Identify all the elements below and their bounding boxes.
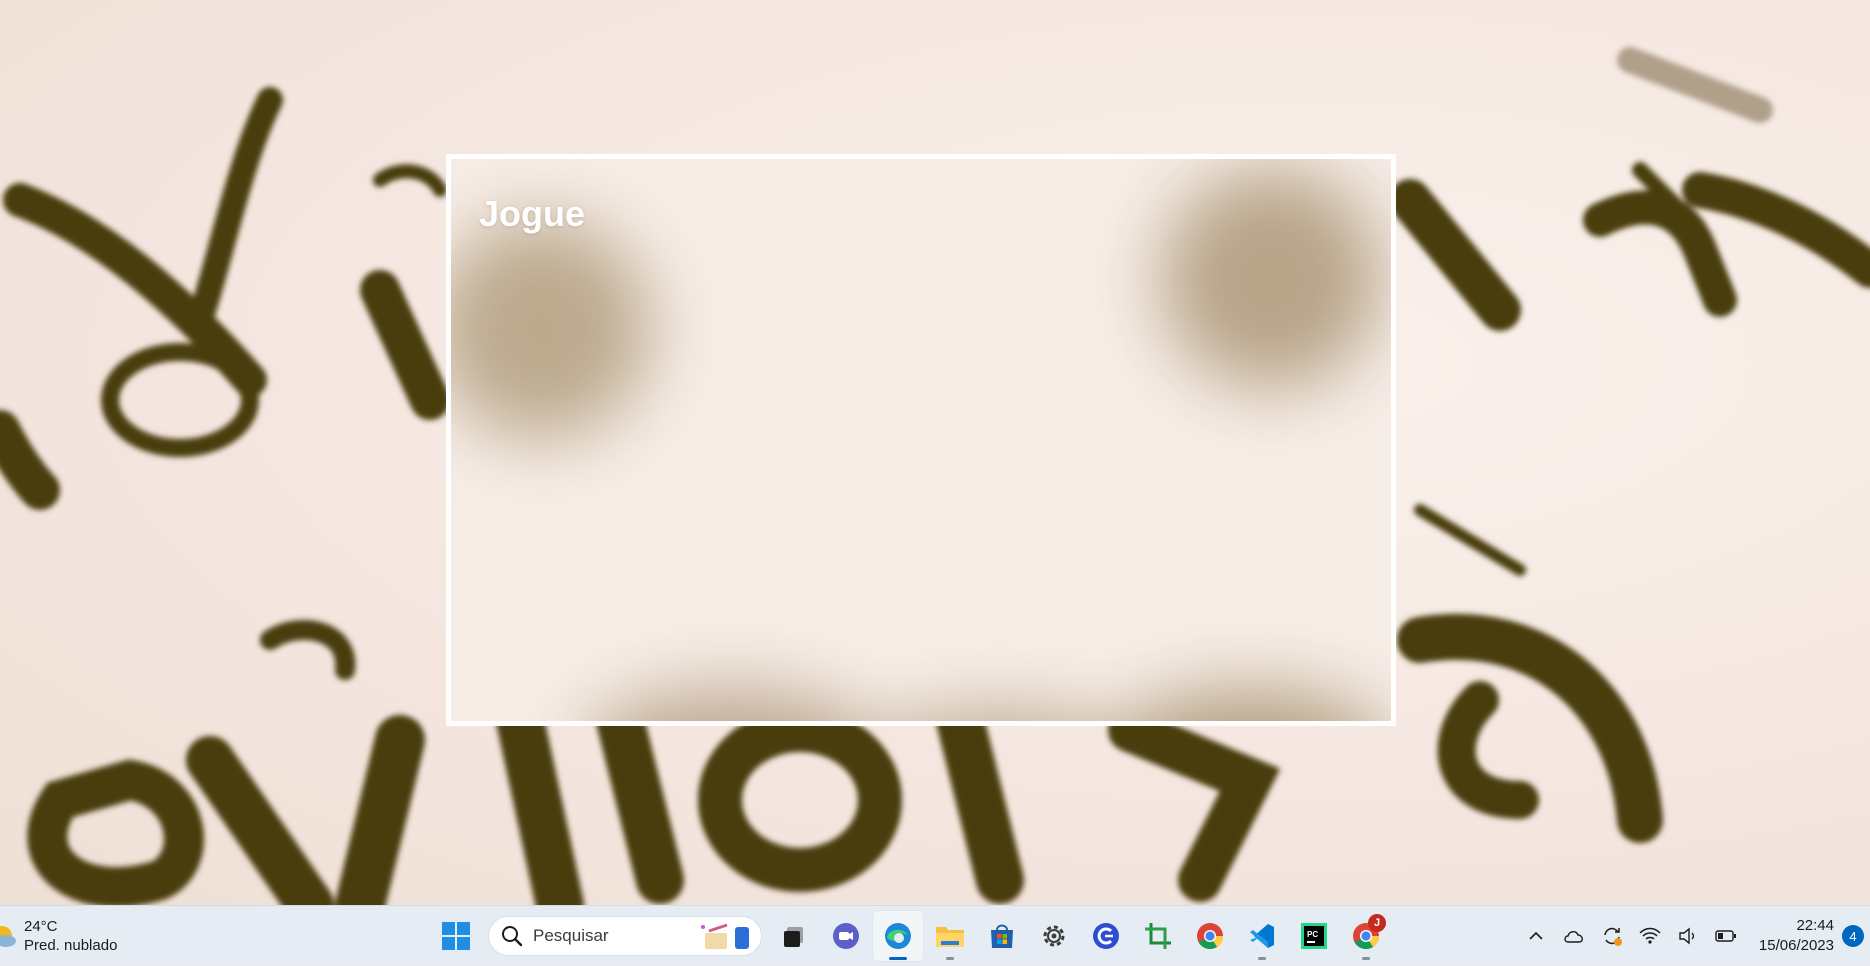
weather-widget[interactable]: 24°C Pred. nublado	[0, 916, 117, 956]
running-indicator	[1362, 957, 1370, 960]
onedrive-cloud-icon	[1564, 931, 1583, 943]
microsoft-store-button[interactable]	[976, 910, 1028, 962]
chevron-up-icon	[1529, 931, 1543, 940]
clock-time: 22:44	[1796, 917, 1834, 934]
taskbar-center: Pesquisar PC J	[430, 910, 1392, 962]
vscode-icon	[1250, 924, 1274, 948]
crop-icon	[1145, 923, 1171, 949]
chrome-icon	[1197, 923, 1224, 950]
weather-condition: Pred. nublado	[24, 937, 118, 954]
teams-chat-button[interactable]	[820, 910, 872, 962]
sync-button[interactable]	[1597, 921, 1627, 951]
task-view-button[interactable]	[768, 910, 820, 962]
widget-title: Jogue	[479, 193, 586, 234]
pycharm-button[interactable]: PC	[1288, 910, 1340, 962]
blue-circle-app-icon	[1093, 923, 1119, 949]
windows-logo-icon	[442, 922, 470, 950]
vscode-button[interactable]	[1236, 910, 1288, 962]
start-button[interactable]	[430, 910, 482, 962]
clock[interactable]: 22:44 15/06/2023	[1759, 916, 1834, 956]
show-hidden-icons-button[interactable]	[1521, 921, 1551, 951]
pycharm-icon: PC	[1301, 923, 1327, 949]
running-indicator	[1258, 957, 1266, 960]
battery-icon	[1715, 930, 1736, 942]
folder-icon	[936, 927, 964, 947]
notification-count[interactable]: 4	[1842, 925, 1864, 947]
app-button[interactable]	[1080, 910, 1132, 962]
widget-card[interactable]: Jogue	[446, 154, 1396, 726]
active-indicator	[889, 957, 907, 960]
wifi-icon	[1639, 927, 1661, 944]
file-explorer-button[interactable]	[924, 910, 976, 962]
battery-button[interactable]	[1711, 921, 1741, 951]
search-box[interactable]: Pesquisar	[488, 916, 762, 956]
sync-icon	[1604, 927, 1622, 946]
svg-text:PC: PC	[1307, 930, 1318, 939]
settings-button[interactable]	[1028, 910, 1080, 962]
snipping-tool-button[interactable]	[1132, 910, 1184, 962]
widget-background	[451, 159, 1391, 721]
network-button[interactable]	[1635, 921, 1665, 951]
search-highlight-icon	[701, 923, 749, 949]
chrome-profile-button[interactable]: J	[1340, 910, 1392, 962]
video-chat-icon	[833, 923, 859, 949]
weather-text: 24°C Pred. nublado	[24, 917, 117, 955]
onedrive-button[interactable]	[1559, 921, 1589, 951]
gear-icon	[1043, 925, 1065, 947]
volume-button[interactable]	[1673, 921, 1703, 951]
chrome-button[interactable]	[1184, 910, 1236, 962]
taskbar: 24°C Pred. nublado Pesquisar PC J 22:44 …	[0, 905, 1870, 965]
weather-temperature: 24°C	[24, 918, 58, 935]
store-icon	[991, 924, 1013, 948]
search-placeholder: Pesquisar	[533, 926, 609, 945]
system-tray: 22:44 15/06/2023 4	[1517, 906, 1870, 966]
edge-icon	[885, 923, 911, 949]
task-view-icon	[784, 927, 803, 947]
partly-cloudy-icon	[0, 926, 16, 947]
profile-badge: J	[1368, 914, 1386, 932]
speaker-icon	[1679, 927, 1695, 945]
edge-button[interactable]	[872, 910, 924, 962]
clock-date: 15/06/2023	[1758, 937, 1834, 954]
running-indicator	[946, 957, 954, 960]
search-icon	[502, 926, 523, 947]
